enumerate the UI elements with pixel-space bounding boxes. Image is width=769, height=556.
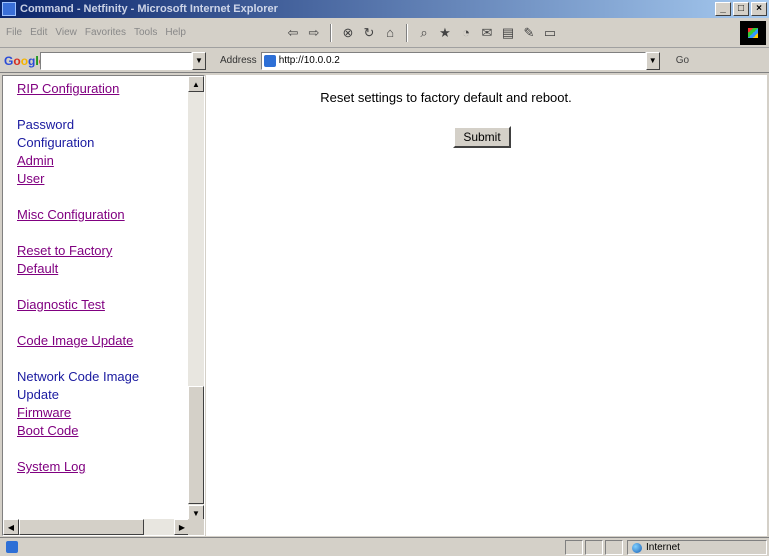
- security-zone: Internet: [627, 540, 767, 555]
- nav-code-image-update[interactable]: Code Image Update: [17, 332, 185, 350]
- submit-button[interactable]: Submit: [453, 126, 511, 148]
- stop-icon[interactable]: ⊗: [340, 25, 356, 41]
- search-icon[interactable]: ⌕: [416, 25, 432, 41]
- vertical-scrollbar[interactable]: ▲ ▼: [188, 76, 204, 521]
- address-url: http://10.0.0.2: [278, 55, 340, 66]
- nav-configuration-heading: Configuration: [17, 135, 95, 150]
- nav-rip-configuration[interactable]: RIP Configuration: [17, 80, 185, 98]
- menu-favorites[interactable]: Favorites: [85, 27, 126, 38]
- nav-diagnostic-test[interactable]: Diagnostic Test: [17, 296, 185, 314]
- nav-firmware[interactable]: Firmware: [17, 404, 185, 422]
- forward-icon[interactable]: ⇨: [306, 25, 322, 41]
- address-row: Google ▼ Address http://10.0.0.2 ▼ Go: [0, 49, 769, 73]
- nav-admin[interactable]: Admin: [17, 152, 185, 170]
- close-button[interactable]: ×: [751, 2, 767, 16]
- status-panes: [565, 540, 623, 555]
- vertical-scroll-thumb[interactable]: [188, 386, 204, 504]
- address-label: Address: [220, 55, 257, 66]
- menu-help[interactable]: Help: [165, 27, 186, 38]
- home-icon[interactable]: ⌂: [382, 25, 398, 41]
- zone-label: Internet: [646, 542, 680, 553]
- menu-edit[interactable]: Edit: [30, 27, 47, 38]
- page-status-icon: [6, 541, 18, 553]
- address-dropdown-button[interactable]: ▼: [645, 51, 660, 70]
- address-input[interactable]: http://10.0.0.2: [260, 51, 646, 70]
- mail-icon[interactable]: ✉: [479, 25, 495, 41]
- window-controls: _ □ ×: [715, 2, 767, 16]
- discuss-icon[interactable]: ▭: [542, 25, 558, 41]
- menu-bar: File Edit View Favorites Tools Help: [0, 27, 285, 38]
- nav-password-heading: Password: [17, 117, 75, 132]
- horizontal-scrollbar[interactable]: ◀ ▶: [3, 519, 190, 535]
- minimize-button[interactable]: _: [715, 2, 731, 16]
- google-search-input[interactable]: [40, 51, 192, 70]
- reset-message: Reset settings to factory default and re…: [320, 90, 572, 105]
- content-frame: Reset settings to factory default and re…: [206, 75, 767, 536]
- toolbar: ⇦ ⇨ ⊗ ↻ ⌂ ⌕ ★ ◔ ✉ ▤ ✎ ▭: [285, 23, 558, 42]
- menu-view[interactable]: View: [55, 27, 77, 38]
- nav-list: RIP Configuration Password Configuration…: [17, 80, 185, 476]
- navigation-frame: RIP Configuration Password Configuration…: [2, 75, 205, 536]
- status-bar: Internet: [0, 537, 769, 556]
- google-dropdown-button[interactable]: ▼: [192, 51, 206, 70]
- favorites-icon[interactable]: ★: [437, 25, 453, 41]
- menu-tools[interactable]: Tools: [134, 27, 157, 38]
- nav-system-log[interactable]: System Log: [17, 458, 185, 476]
- history-icon[interactable]: ◔: [458, 25, 474, 41]
- nav-reset-to-factory[interactable]: Reset to Factory: [17, 242, 185, 260]
- toolbar-separator: [330, 23, 332, 42]
- refresh-icon[interactable]: ↻: [361, 25, 377, 41]
- back-icon[interactable]: ⇦: [285, 25, 301, 41]
- windows-logo-icon: [740, 21, 766, 45]
- nav-reset-default[interactable]: Default: [17, 260, 185, 278]
- page-icon: [263, 54, 276, 67]
- ie-app-icon: [2, 2, 16, 16]
- nav-network-code-image-heading: Network Code Image: [17, 369, 140, 384]
- toolbar-separator: [406, 23, 408, 42]
- print-icon[interactable]: ▤: [500, 25, 516, 41]
- window-title: Command - Netfinity - Microsoft Internet…: [20, 3, 278, 15]
- horizontal-scroll-thumb[interactable]: [19, 519, 144, 535]
- nav-update-heading: Update: [17, 387, 59, 402]
- go-button[interactable]: Go: [676, 55, 689, 66]
- status-pane: [605, 540, 623, 555]
- status-pane: [565, 540, 583, 555]
- scroll-left-icon[interactable]: ◀: [3, 519, 19, 535]
- nav-user[interactable]: User: [17, 170, 185, 188]
- nav-misc-configuration[interactable]: Misc Configuration: [17, 206, 185, 224]
- google-logo[interactable]: Google: [0, 54, 45, 68]
- internet-globe-icon: [632, 542, 642, 553]
- title-bar: Command - Netfinity - Microsoft Internet…: [0, 0, 769, 18]
- menu-toolbar-row: File Edit View Favorites Tools Help ⇦ ⇨ …: [0, 18, 769, 48]
- menu-file[interactable]: File: [6, 27, 22, 38]
- scrollbar-corner: [188, 519, 204, 535]
- nav-boot-code[interactable]: Boot Code: [17, 422, 185, 440]
- scroll-up-icon[interactable]: ▲: [188, 76, 204, 92]
- status-pane: [585, 540, 603, 555]
- edit-icon[interactable]: ✎: [521, 25, 537, 41]
- maximize-button[interactable]: □: [733, 2, 749, 16]
